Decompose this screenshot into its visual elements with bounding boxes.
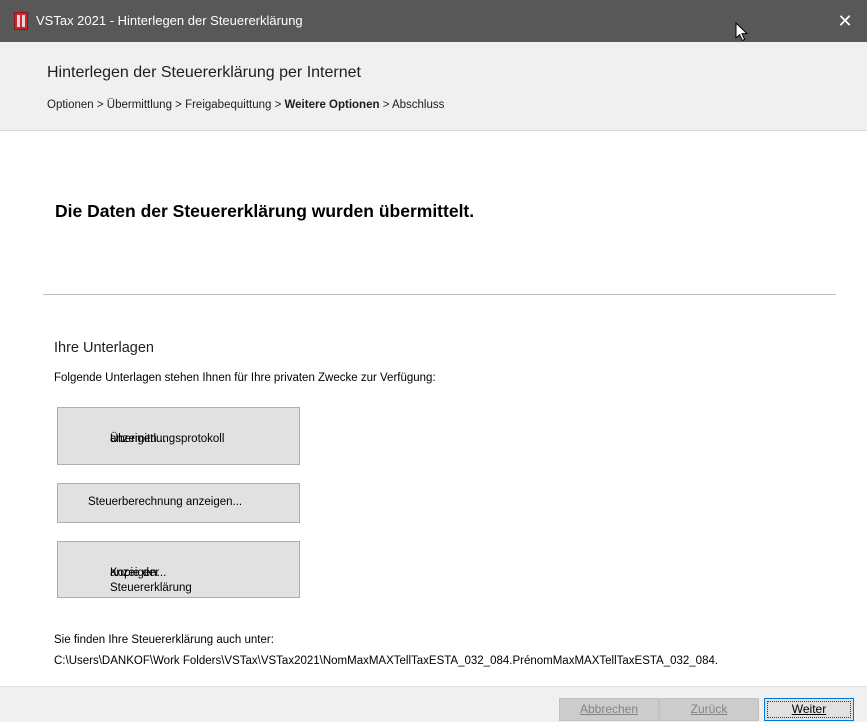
page-title: Hinterlegen der Steuererklärung per Inte…	[47, 64, 361, 81]
divider	[43, 294, 836, 295]
documents-section-title: Ihre Unterlagen	[54, 340, 154, 356]
back-button[interactable]: Zurück	[659, 698, 759, 721]
wizard-footer: Abbrechen Zurück Weiter	[0, 686, 867, 722]
breadcrumb-after: > Abschluss	[379, 99, 445, 111]
show-tax-calculation-button[interactable]: Steuerberechnung anzeigen...	[57, 483, 300, 523]
cancel-button[interactable]: Abbrechen	[559, 698, 659, 721]
vstax-app-icon	[14, 12, 28, 30]
mouse-pointer-icon	[735, 22, 749, 42]
show-tax-return-copy-button[interactable]: Kopie der Steuererklärung anzeigen...	[57, 541, 300, 598]
breadcrumb: Optionen > Übermittlung > Freigabequittu…	[47, 99, 444, 111]
button-label-line2: anzeigen...	[110, 433, 167, 445]
show-transmission-protocol-button[interactable]: Übermittlungsprotokoll anzeigen...	[57, 407, 300, 465]
button-label: Steuerberechnung anzeigen...	[88, 496, 243, 508]
window-title: VSTax 2021 - Hinterlegen der Steuererklä…	[36, 13, 303, 28]
breadcrumb-current: Weitere Optionen	[284, 99, 380, 111]
next-button[interactable]: Weiter	[764, 698, 854, 721]
documents-description: Folgende Unterlagen stehen Ihnen für Ihr…	[54, 372, 436, 384]
file-location-path: C:\Users\DANKOF\Work Folders\VSTax\VSTax…	[54, 655, 719, 667]
file-location-label: Sie finden Ihre Steuererklärung auch unt…	[54, 634, 274, 646]
wizard-header: Hinterlegen der Steuererklärung per Inte…	[0, 42, 867, 131]
close-button[interactable]: ✕	[823, 0, 867, 42]
breadcrumb-before: Optionen > Übermittlung > Freigabequittu…	[47, 99, 285, 111]
status-headline: Die Daten der Steuererklärung wurden übe…	[55, 201, 475, 221]
button-label-line2: anzeigen...	[110, 567, 167, 579]
